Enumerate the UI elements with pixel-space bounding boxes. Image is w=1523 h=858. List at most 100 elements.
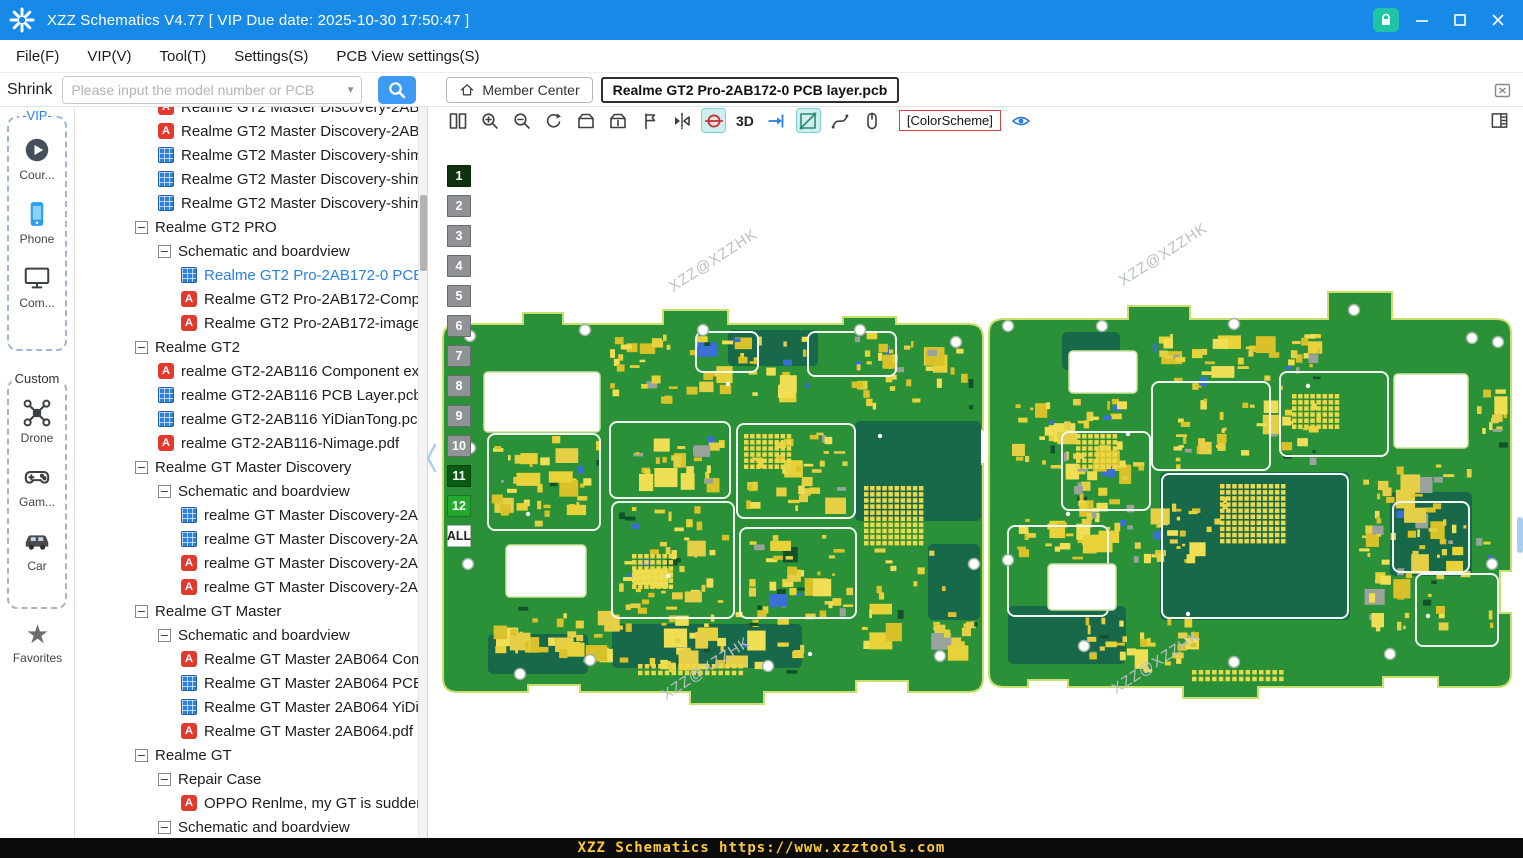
maximize-button[interactable] <box>1445 5 1475 35</box>
tree-group-row[interactable]: Realme GT2 <box>75 335 427 359</box>
layer-button-11[interactable]: 11 <box>447 465 471 487</box>
collapse-minus-icon[interactable] <box>135 220 148 234</box>
tree-file-row[interactable]: Arealme GT2-2AB116 Component exp <box>75 359 427 383</box>
collapse-minus-icon[interactable] <box>158 244 171 258</box>
layer-button-2[interactable]: 2 <box>447 195 471 217</box>
tree-file-row[interactable]: A Realme GT2 Pro-2AB172-image.p <box>75 311 427 335</box>
pcb-toolbar: 3D [ColorScheme] <box>428 107 1523 134</box>
mouse-icon[interactable] <box>861 109 884 132</box>
document-tab[interactable]: Realme GT2 Pro-2AB172-0 PCB layer.pcb <box>600 76 900 103</box>
canvas-scrollbar-thumb[interactable] <box>1517 517 1523 553</box>
search-button[interactable] <box>378 75 417 104</box>
tree-file-row[interactable]: Arealme GT2-2AB116-Nimage.pdf <box>75 431 427 455</box>
tree-file-row[interactable]: Realme GT2 Master Discovery-shim / <box>75 143 427 167</box>
tree-file-row[interactable]: Realme GT2 Master Discovery-shim I <box>75 167 427 191</box>
sidebar-item-phone[interactable]: Phone <box>9 199 65 246</box>
layer-button-12[interactable]: 12 <box>447 495 471 517</box>
3d-view-button[interactable]: 3D <box>734 113 756 129</box>
tree-group-row[interactable]: Realme GT2 PRO <box>75 215 427 239</box>
split-view-icon[interactable] <box>446 109 469 132</box>
layer-button-6[interactable]: 6 <box>447 315 471 337</box>
tree-group-row[interactable]: Schematic and boardview <box>75 479 427 503</box>
tree-file-row[interactable]: realme GT2-2AB116 PCB Layer.pcb <box>75 383 427 407</box>
close-panel-icon[interactable] <box>1494 82 1511 104</box>
tree-group-row[interactable]: Schematic and boardview <box>75 623 427 647</box>
board-top-view-icon[interactable] <box>574 109 597 132</box>
tree-file-row[interactable]: A OPPO Renlme, my GT is suddenly <box>75 791 427 815</box>
menu-pcb-view-settings[interactable]: PCB View settings(S) <box>322 40 493 72</box>
collapse-minus-icon[interactable] <box>135 604 148 618</box>
collapse-minus-icon[interactable] <box>135 460 148 474</box>
pcb-canvas[interactable]: XZZ@XZZHK XZZ@XZZHKXZZ@XZZHK XZZ@XZZHK <box>428 134 1523 838</box>
vip-lock-icon[interactable] <box>1373 8 1399 32</box>
sidebar-item-computer[interactable]: Com... <box>9 263 65 310</box>
tree-file-row[interactable]: A Realme GT2 Master Discovery-2AB3 <box>75 107 427 119</box>
layer-button-5[interactable]: 5 <box>447 285 471 307</box>
sidebar-item-drone[interactable]: Drone <box>9 398 65 445</box>
tree-file-row[interactable]: A Realme GT2 Pro-2AB172-Compor <box>75 287 427 311</box>
menu-vip[interactable]: VIP(V) <box>73 40 145 72</box>
tree-file-row[interactable]: realme GT Master Discovery-2AB1 <box>75 527 427 551</box>
tree-group-row[interactable]: Schematic and boardview <box>75 239 427 263</box>
tree-file-row[interactable]: Arealme GT Master Discovery-2AB1 <box>75 575 427 599</box>
collapse-minus-icon[interactable] <box>158 772 171 786</box>
tree-scrollbar-thumb[interactable] <box>420 195 427 271</box>
collapse-minus-icon[interactable] <box>158 820 171 834</box>
tree-file-row[interactable]: Realme GT Master 2AB064 YiDian <box>75 695 427 719</box>
layer-button-ALL[interactable]: ALL <box>447 525 471 547</box>
menu-tool[interactable]: Tool(T) <box>146 40 221 72</box>
tree-group-row[interactable]: Realme GT Master Discovery <box>75 455 427 479</box>
tree-file-row[interactable]: A Realme GT Master 2AB064 Compo <box>75 647 427 671</box>
layer-button-7[interactable]: 7 <box>447 345 471 367</box>
color-scheme-button[interactable]: [ColorScheme] <box>898 110 1001 131</box>
board-bottom-view-icon[interactable] <box>606 109 629 132</box>
sidebar-item-game[interactable]: Gam... <box>9 462 65 509</box>
tree-group-row[interactable]: Realme GT Master <box>75 599 427 623</box>
shrink-button[interactable]: Shrink <box>7 81 52 99</box>
tree-file-row[interactable]: Realme GT2 Master Discovery-shim ( <box>75 191 427 215</box>
sidebar-item-favorites[interactable]: ★ Favorites <box>0 621 75 665</box>
sidebar-item-course[interactable]: Cour... <box>9 135 65 182</box>
collapse-tree-chevron-icon[interactable] <box>426 443 437 478</box>
collapse-minus-icon[interactable] <box>158 628 171 642</box>
tree-group-row[interactable]: Repair Case <box>75 767 427 791</box>
red-lens-icon[interactable] <box>701 108 726 133</box>
layer-button-9[interactable]: 9 <box>447 405 471 427</box>
tree-file-row[interactable]: Realme GT Master 2AB064 PCB la <box>75 671 427 695</box>
tree-file-row[interactable]: realme GT Master Discovery-2AB1 <box>75 503 427 527</box>
menu-settings[interactable]: Settings(S) <box>220 40 322 72</box>
collapse-minus-icon[interactable] <box>135 340 148 354</box>
zoom-in-icon[interactable] <box>478 109 501 132</box>
diagonal-measure-icon[interactable] <box>795 108 821 133</box>
collapse-minus-icon[interactable] <box>158 484 171 498</box>
rotate-icon[interactable] <box>542 109 565 132</box>
curve-tool-icon[interactable] <box>829 109 852 132</box>
layer-panel-icon[interactable] <box>1490 111 1509 135</box>
layer-button-10[interactable]: 10 <box>447 435 471 457</box>
tree-group-row[interactable]: Schematic and boardview <box>75 815 427 838</box>
flag-icon[interactable] <box>638 109 661 132</box>
search-input[interactable] <box>71 81 344 98</box>
menu-file[interactable]: File(F) <box>2 40 73 72</box>
zoom-out-icon[interactable] <box>510 109 533 132</box>
close-button[interactable] <box>1483 5 1513 35</box>
sidebar-item-car[interactable]: Car <box>9 526 65 573</box>
tree-file-row[interactable]: Realme GT2 Pro-2AB172-0 PCB la <box>75 263 427 287</box>
layer-button-1[interactable]: 1 <box>447 165 471 187</box>
tree-item-label: Realme GT2 Pro-2AB172-Compor <box>204 290 428 308</box>
tree-file-row[interactable]: realme GT2-2AB116 YiDianTong.pcb <box>75 407 427 431</box>
tree-group-row[interactable]: Realme GT <box>75 743 427 767</box>
layer-button-3[interactable]: 3 <box>447 225 471 247</box>
flip-horizontal-icon[interactable] <box>670 109 693 132</box>
tree-file-row[interactable]: Arealme GT Master Discovery-2AB1 <box>75 551 427 575</box>
eye-icon[interactable] <box>1010 109 1033 132</box>
member-center-button[interactable]: Member Center <box>446 76 593 103</box>
tree-file-row[interactable]: A Realme GT2 Master Discovery-2AB39 <box>75 119 427 143</box>
layer-button-8[interactable]: 8 <box>447 375 471 397</box>
tree-file-row[interactable]: A Realme GT Master 2AB064.pdf <box>75 719 427 743</box>
collapse-minus-icon[interactable] <box>135 748 148 762</box>
minimize-button[interactable] <box>1407 5 1437 35</box>
blue-arrow-icon[interactable] <box>765 109 788 132</box>
chevron-down-icon[interactable]: ▾ <box>348 83 354 96</box>
layer-button-4[interactable]: 4 <box>447 255 471 277</box>
